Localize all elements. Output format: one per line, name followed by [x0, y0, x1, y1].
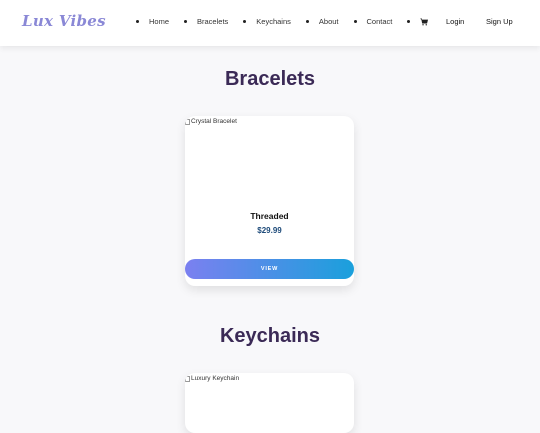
- nav-item-cart[interactable]: [407, 17, 429, 26]
- image-alt-text: Crystal Bracelet: [191, 118, 237, 125]
- product-image: Luxury Keychain: [185, 375, 239, 382]
- nav-label[interactable]: Bracelets: [197, 17, 228, 26]
- bullet-icon: [243, 20, 247, 23]
- bullet-icon: [136, 20, 139, 23]
- broken-image-icon: [185, 375, 190, 382]
- product-price: $29.99: [257, 226, 282, 235]
- product-card: Crystal Bracelet Threaded $29.99 VIEW: [185, 116, 354, 286]
- nav-item-about[interactable]: About: [305, 17, 339, 26]
- product-name: Threaded: [250, 211, 289, 221]
- bullet-icon: [184, 20, 188, 23]
- product-card: Luxury Keychain: [185, 373, 354, 433]
- signup-link[interactable]: Sign Up: [486, 17, 513, 26]
- nav-label[interactable]: Home: [149, 17, 169, 26]
- login-link[interactable]: Login: [446, 17, 464, 26]
- nav-label[interactable]: Contact: [367, 17, 393, 26]
- section-title-bracelets: Bracelets: [224, 68, 316, 90]
- image-alt-text: Luxury Keychain: [191, 375, 240, 382]
- bullet-icon: [353, 20, 357, 23]
- view-button[interactable]: VIEW: [185, 259, 354, 279]
- broken-image-icon: [185, 118, 190, 125]
- logo[interactable]: Lux Vibes: [22, 12, 106, 30]
- nav-item-keychains[interactable]: Keychains: [243, 17, 291, 26]
- section-title-keychains: Keychains: [219, 325, 321, 347]
- bullet-icon: [407, 20, 411, 23]
- header: Lux Vibes Home Bracelets Keychains About…: [0, 0, 540, 46]
- nav-item-home[interactable]: Home: [136, 17, 169, 26]
- nav-label[interactable]: Keychains: [256, 17, 291, 26]
- nav-label[interactable]: About: [319, 17, 339, 26]
- nav-item-bracelets[interactable]: Bracelets: [184, 17, 228, 26]
- cart-icon[interactable]: [420, 17, 429, 26]
- product-image: Crystal Bracelet: [185, 118, 237, 125]
- bullet-icon: [305, 20, 309, 23]
- nav-item-contact[interactable]: Contact: [353, 17, 393, 26]
- main-nav: Home Bracelets Keychains About Contact: [136, 17, 443, 26]
